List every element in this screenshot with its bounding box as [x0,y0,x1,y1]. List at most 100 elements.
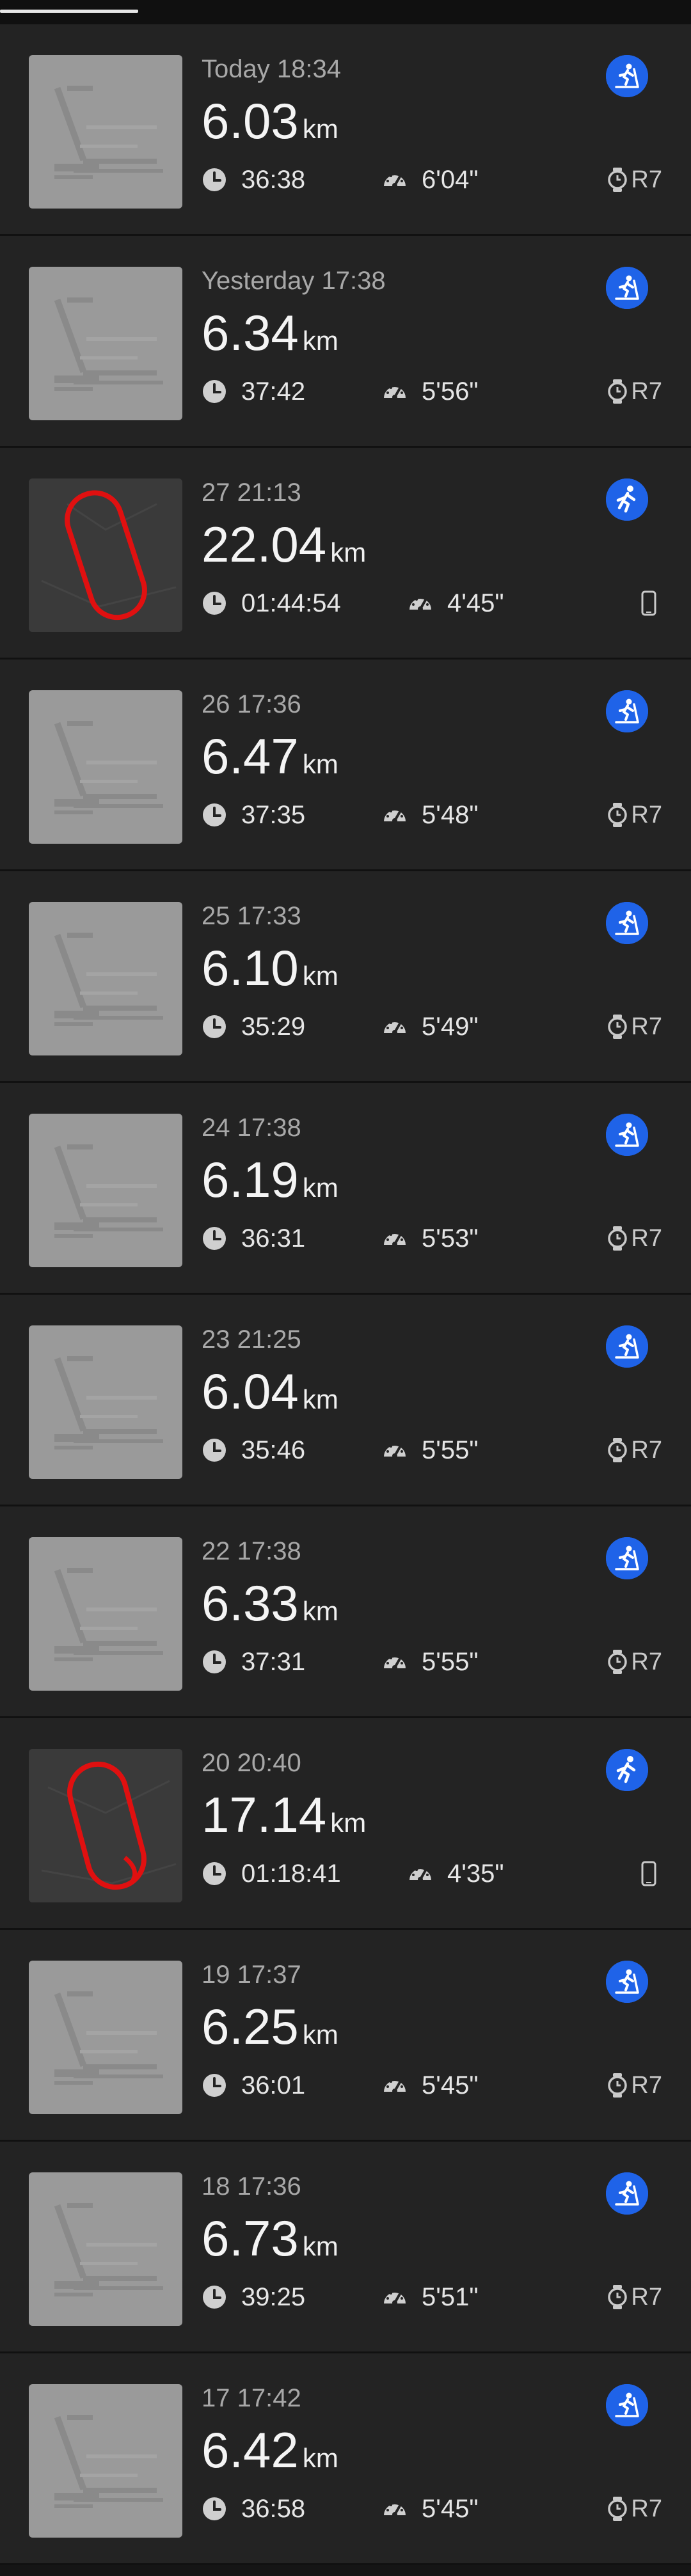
treadmill-run-icon [606,1961,648,2003]
activity-pace: 5'51" [422,2282,479,2311]
treadmill-run-icon [606,1114,648,1156]
activity-stats: 36:01 5'45" [202,2069,479,2101]
activity-pace: 5'45" [422,2494,479,2523]
activity-card[interactable]: 26 17:36 6.47 km 37:35 5'48" R7 [0,660,691,871]
distance-value: 22.04 [202,516,327,573]
clock-icon [202,167,227,193]
device-name: R7 [631,166,662,193]
activity-date: Yesterday 17:38 [202,267,386,295]
activity-card[interactable]: 17 17:42 6.42 km 36:58 5'45" R7 [0,2353,691,2565]
watch-icon [607,1649,631,1675]
activity-duration: 37:35 [241,800,306,829]
treadmill-thumbnail [29,2384,182,2538]
distance-unit: km [302,326,338,356]
activity-pace: 6'04" [422,165,479,194]
treadmill-thumbnail [29,2172,182,2326]
speedometer-icon [382,1226,408,1251]
activity-distance: 6.73 km [202,2213,338,2263]
activity-pace: 4'45" [447,589,504,617]
watch-icon [607,1014,631,1039]
distance-value: 6.03 [202,93,299,149]
activity-duration: 35:46 [241,1435,306,1464]
activity-duration: 37:42 [241,377,306,406]
activity-card[interactable]: Yesterday 17:38 6.34 km 37:42 5'56" R7 [0,236,691,448]
activity-distance: 6.03 km [202,96,338,146]
distance-unit: km [330,1808,367,1838]
activity-pace: 5'53" [422,1224,479,1252]
activity-card[interactable]: 23 21:25 6.04 km 35:46 5'55" R7 [0,1295,691,1506]
activity-stats: 36:58 5'45" [202,2493,479,2525]
speedometer-icon [382,2496,408,2522]
clock-icon [202,1861,227,1886]
device-name: R7 [631,2283,662,2311]
activity-stats: 37:42 5'56" [202,375,479,407]
activity-card[interactable]: 18 17:36 6.73 km 39:25 5'51" R7 [0,2142,691,2353]
activity-card[interactable]: 19 17:37 6.25 km 36:01 5'45" R7 [0,1930,691,2142]
device-name: R7 [631,2071,662,2099]
clock-icon [202,590,227,616]
device-label: R7 [607,1224,662,1253]
activity-card[interactable]: 22 17:38 6.33 km 37:31 5'55" R7 [0,1506,691,1718]
device-label: R7 [607,1012,662,1041]
activity-duration: 36:01 [241,2071,306,2099]
treadmill-run-icon [606,1537,648,1579]
activity-date: 19 17:37 [202,1961,301,1989]
distance-unit: km [302,1596,338,1626]
activity-stats: 35:29 5'49" [202,1011,479,1043]
clock-icon [202,379,227,404]
treadmill-run-icon [606,55,648,97]
activity-date: 26 17:36 [202,690,301,718]
activity-pace: 5'45" [422,2071,479,2099]
distance-value: 17.14 [202,1787,327,1843]
activity-distance: 6.33 km [202,1578,338,1628]
phone-icon [638,1861,662,1886]
activity-date: 22 17:38 [202,1537,301,1565]
activity-duration: 35:29 [241,1012,306,1041]
activity-card[interactable]: 24 17:38 6.19 km 36:31 5'53" R7 [0,1083,691,1295]
activity-duration: 37:31 [241,1647,306,1676]
device-name: R7 [631,1224,662,1252]
watch-icon [607,379,631,404]
activity-stats: 37:31 5'55" [202,1646,479,1678]
clock-icon [202,2284,227,2310]
activity-stats: 01:18:41 4'35" [202,1858,504,1890]
watch-icon [607,1226,631,1251]
activity-card[interactable]: Today 18:34 6.03 km 36:38 6'04" R7 [0,24,691,236]
speedometer-icon [382,2284,408,2310]
outdoor-run-icon [606,1749,648,1791]
watch-icon [607,1437,631,1463]
activity-stats: 36:31 5'53" [202,1222,479,1254]
activity-stats: 36:38 6'04" [202,164,479,196]
device-name: R7 [631,1013,662,1040]
treadmill-run-icon [606,2384,648,2426]
route-map-thumbnail [29,1749,182,1902]
device-name: R7 [631,2495,662,2522]
distance-value: 6.04 [202,1363,299,1419]
treadmill-thumbnail [29,1961,182,2114]
device-label: R7 [607,165,662,194]
clock-icon [202,2496,227,2522]
activity-card[interactable]: 20 20:40 17.14 km 01:18:41 4'35" [0,1718,691,1930]
clock-icon [202,1649,227,1675]
distance-value: 6.42 [202,2422,299,2478]
route-map-thumbnail [29,478,182,632]
treadmill-run-icon [606,267,648,309]
treadmill-run-icon [606,1325,648,1368]
activity-pace: 5'56" [422,377,479,406]
activity-duration: 01:18:41 [241,1859,341,1888]
activity-list[interactable]: Today 18:34 6.03 km 36:38 6'04" R7 Yester… [0,24,691,2565]
device-label: R7 [607,1435,662,1465]
activity-card[interactable]: 27 21:13 22.04 km 01:44:54 4'45" [0,448,691,660]
device-label: R7 [607,2071,662,2100]
watch-icon [607,167,631,193]
speedometer-icon [382,802,408,828]
distance-unit: km [302,749,338,779]
activity-distance: 22.04 km [202,519,366,569]
treadmill-thumbnail [29,1325,182,1479]
activity-date: 23 21:25 [202,1325,301,1354]
treadmill-run-icon [606,2172,648,2215]
activity-date: 17 17:42 [202,2384,301,2412]
activity-duration: 36:58 [241,2494,306,2523]
activity-card[interactable]: 25 17:33 6.10 km 35:29 5'49" R7 [0,871,691,1083]
activity-distance: 6.42 km [202,2425,338,2475]
